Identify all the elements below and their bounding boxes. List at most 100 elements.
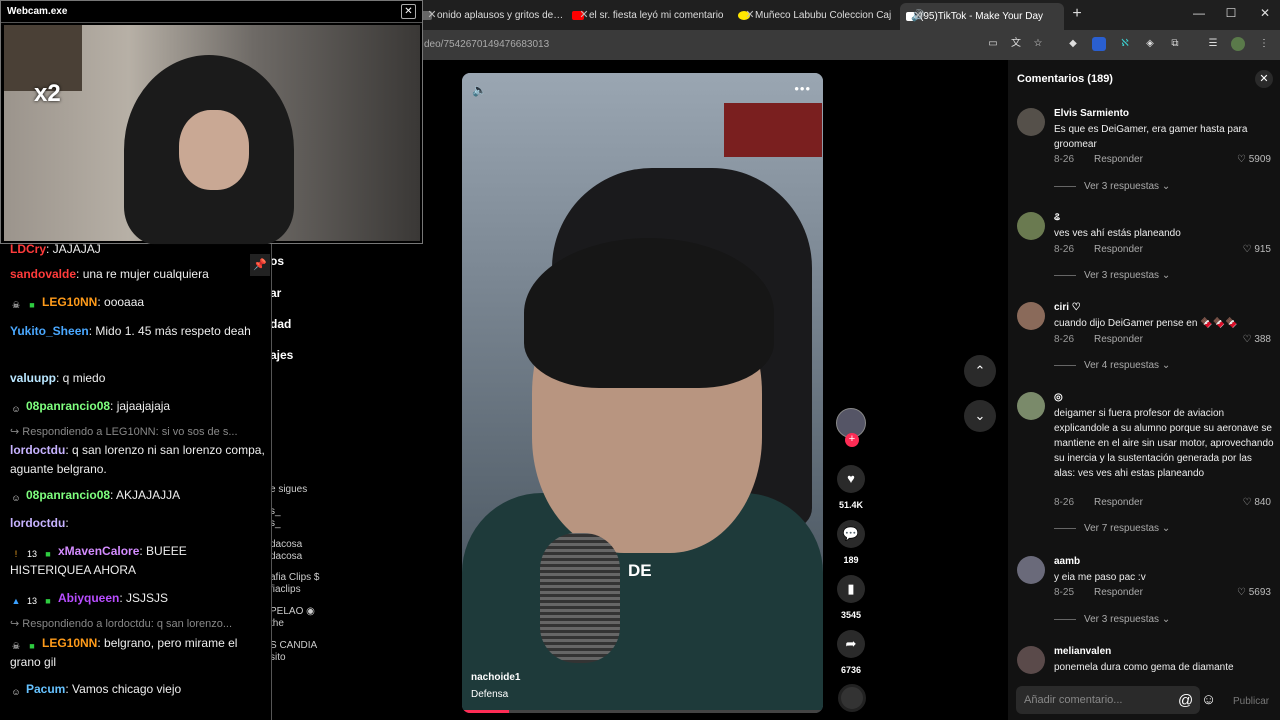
heart-outline-icon[interactable]: ♡ — [1237, 154, 1249, 165]
comment-like[interactable]: ♡ 840 — [1243, 497, 1271, 508]
comment-avatar[interactable] — [1017, 212, 1045, 240]
heart-outline-icon[interactable]: ♡ — [1243, 244, 1255, 255]
emoji-icon[interactable]: ☺ — [1201, 691, 1216, 708]
comment-avatar[interactable] — [1017, 646, 1045, 674]
extension-icon[interactable]: ◈ — [1143, 37, 1157, 51]
new-tab-button[interactable]: + — [1068, 5, 1086, 23]
puzzle-icon[interactable]: ⧉ — [1168, 37, 1182, 51]
reply-button[interactable]: Responder — [1094, 244, 1143, 255]
video-progress[interactable] — [462, 710, 823, 713]
heart-outline-icon[interactable]: ♡ — [1237, 587, 1249, 598]
translate-icon[interactable]: 文 — [1009, 37, 1023, 51]
comment-author[interactable]: Elvis Sarmiento — [1054, 108, 1129, 119]
follow-plus-icon[interactable]: + — [845, 433, 859, 447]
extension-icon[interactable]: ℵ — [1118, 37, 1132, 51]
video-player[interactable]: 🔈 ••• DE nachoide1 Defensa — [462, 73, 823, 713]
comment-author[interactable]: ◎ — [1054, 392, 1063, 403]
music-disc-icon[interactable] — [838, 684, 866, 712]
comment-avatar[interactable] — [1017, 302, 1045, 330]
window-close-button[interactable]: ✕ — [1255, 6, 1275, 20]
following-item[interactable]: sito — [270, 652, 286, 663]
following-item[interactable]: S CANDIA — [270, 640, 317, 651]
heart-outline-icon[interactable]: ♡ — [1243, 497, 1255, 508]
chat-username[interactable]: LEG10NN — [42, 636, 97, 650]
publish-button[interactable]: Publicar — [1233, 696, 1269, 707]
chat-username[interactable]: xMavenCalore — [58, 544, 139, 558]
comment-author[interactable]: melianvalen — [1054, 646, 1111, 657]
bookmark-icon[interactable]: ▮ — [837, 575, 865, 603]
comment-like[interactable]: ♡ 915 — [1243, 244, 1271, 255]
following-item[interactable]: fiaclips — [270, 584, 301, 595]
chat-username[interactable]: LEG10NN — [42, 295, 97, 309]
maximize-button[interactable]: ☐ — [1221, 6, 1241, 20]
more-options-icon[interactable]: ••• — [794, 81, 811, 96]
bookmark-star-icon[interactable]: ☆ — [1031, 37, 1045, 51]
chat-username[interactable]: Yukito_Sheen — [10, 324, 89, 338]
nav-item[interactable]: ajes — [270, 348, 293, 362]
view-replies-button[interactable]: Ver 3 respuestas ⌄ — [1054, 270, 1170, 281]
reply-button[interactable]: Responder — [1094, 497, 1143, 508]
extension-icon[interactable]: ◆ — [1066, 37, 1080, 51]
chat-username[interactable]: Pacum — [26, 682, 65, 696]
reply-button[interactable]: Responder — [1094, 334, 1143, 345]
chat-username[interactable]: LDCry — [10, 242, 46, 256]
comment-icon[interactable]: 💬 — [837, 520, 865, 548]
url-field[interactable]: deo/7542670149476683013 — [424, 39, 549, 50]
following-item[interactable]: dacosa — [270, 539, 302, 550]
like-heart-icon[interactable]: ♥ — [837, 465, 865, 493]
chat-username[interactable]: lordoctdu — [10, 443, 65, 457]
previous-video-button[interactable]: ⌃ — [964, 355, 996, 387]
chat-username[interactable]: 08panrancio08 — [26, 399, 110, 413]
view-replies-button[interactable]: Ver 7 respuestas ⌄ — [1054, 523, 1170, 534]
chat-username[interactable]: lordoctdu — [10, 516, 65, 530]
tab-close-icon[interactable]: ✕ — [742, 6, 758, 25]
comments-close-button[interactable]: ✕ — [1255, 70, 1273, 88]
media-icon[interactable]: ☰ — [1206, 37, 1220, 51]
comment-like[interactable]: ♡ 5909 — [1237, 154, 1271, 165]
share-arrow-icon[interactable]: ➦ — [837, 630, 865, 658]
minimize-button[interactable]: — — [1189, 6, 1209, 20]
chat-username[interactable]: Abiyqueen — [58, 591, 119, 605]
chat-username[interactable]: 08panrancio08 — [26, 488, 110, 502]
view-replies-button[interactable]: Ver 3 respuestas ⌄ — [1054, 181, 1170, 192]
reply-button[interactable]: Responder — [1094, 587, 1143, 598]
comment-avatar[interactable] — [1017, 108, 1045, 136]
extension-icon[interactable] — [1092, 37, 1106, 51]
pin-icon[interactable]: 📌 — [250, 254, 270, 276]
comment-like[interactable]: ♡ 5693 — [1237, 587, 1271, 598]
comment-author[interactable]: ciri ♡ — [1054, 302, 1081, 313]
chat-username[interactable]: sandovalde — [10, 267, 76, 281]
heart-outline-icon[interactable]: ♡ — [1243, 334, 1255, 345]
comment-like[interactable]: ♡ 388 — [1243, 334, 1271, 345]
chat-username[interactable]: valuupp — [10, 371, 56, 385]
comment-author[interactable]: ଌ — [1054, 212, 1060, 223]
profile-avatar[interactable] — [1231, 37, 1245, 51]
view-replies-button[interactable]: Ver 3 respuestas ⌄ — [1054, 614, 1170, 625]
following-item[interactable]: dacosa — [270, 551, 302, 562]
nav-item[interactable]: dad — [270, 317, 291, 331]
video-author[interactable]: nachoide1 — [471, 672, 520, 683]
tab-3[interactable]: Muñeco Labubu Coleccion Caj ✕ — [732, 4, 896, 26]
browser-menu-icon[interactable]: ⋮ — [1257, 37, 1271, 51]
following-item[interactable]: PELAO ◉ — [270, 606, 315, 617]
tab-2[interactable]: el sr. fiesta leyó mi comentario ✕ — [566, 4, 728, 26]
comment-avatar[interactable] — [1017, 392, 1045, 420]
nav-item[interactable]: os — [270, 254, 284, 268]
comment-avatar[interactable] — [1017, 556, 1045, 584]
reply-button[interactable]: Responder — [1094, 154, 1143, 165]
webcam-close-button[interactable]: ✕ — [401, 4, 416, 19]
mute-icon[interactable]: 🔈 — [472, 83, 487, 97]
following-item[interactable]: afia Clips $ — [270, 572, 319, 583]
cast-icon[interactable]: ▭ — [986, 37, 1000, 51]
tab-1[interactable]: onido aplausos y gritos del pu ✕ — [414, 4, 564, 26]
view-replies-button[interactable]: Ver 4 respuestas ⌄ — [1054, 360, 1170, 371]
comment-input[interactable]: Añadir comentario... — [1016, 686, 1200, 714]
following-item[interactable]: the — [270, 618, 284, 629]
tab-tiktok[interactable]: (95)TikTok - Make Your Day 🔊 ✕ — [900, 3, 1064, 30]
tab-close-icon[interactable]: ✕ — [910, 7, 926, 26]
webcam-window[interactable]: Webcam.exe ✕ x2 — [0, 0, 423, 245]
tab-close-icon[interactable]: ✕ — [424, 6, 440, 25]
tab-close-icon[interactable]: ✕ — [576, 6, 592, 25]
next-video-button[interactable]: ⌄ — [964, 400, 996, 432]
mention-icon[interactable]: @ — [1178, 692, 1193, 709]
